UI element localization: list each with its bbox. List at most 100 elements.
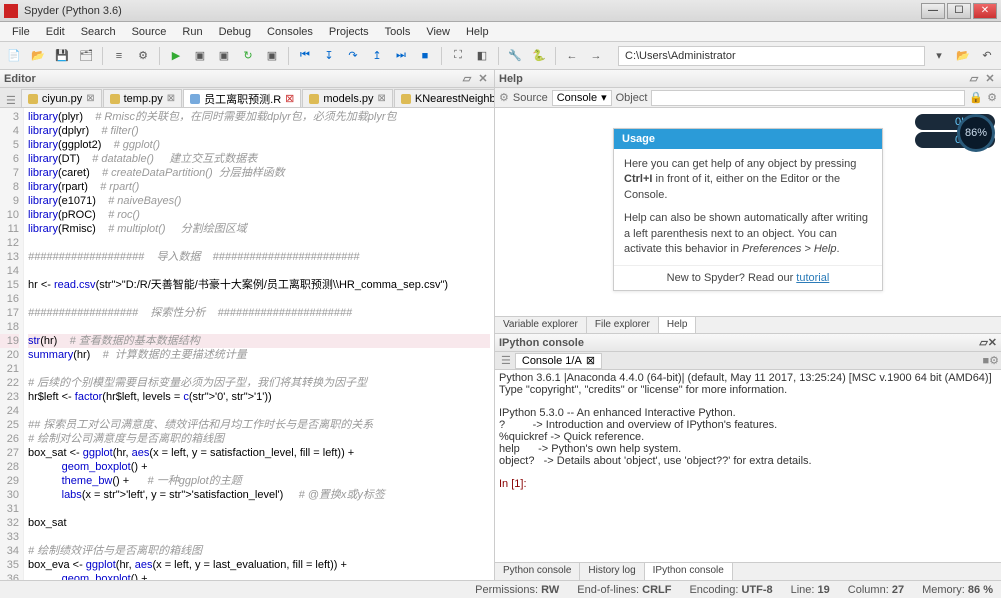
menu-help[interactable]: Help xyxy=(458,24,497,40)
editor-tab[interactable]: 员工离职预测.R⊠ xyxy=(183,89,301,107)
mid-tab-variable-explorer[interactable]: Variable explorer xyxy=(495,317,587,333)
menu-projects[interactable]: Projects xyxy=(321,24,377,40)
run-icon[interactable]: ▶ xyxy=(166,46,186,66)
line-gutter: 3456789101112131415161718192021222324252… xyxy=(0,108,24,580)
undock-icon[interactable]: ▱ xyxy=(460,72,474,86)
editor-header-label: Editor xyxy=(4,73,36,85)
console-body[interactable]: Python 3.6.1 |Anaconda 4.4.0 (64-bit)| (… xyxy=(495,370,1001,562)
maximize-button[interactable]: ☐ xyxy=(947,3,971,19)
pythonpath-icon[interactable]: 🐍 xyxy=(529,46,549,66)
code-area[interactable]: library(plyr) # Rmisc的关联包，在同时需要加载dplyr包，… xyxy=(24,108,494,580)
menu-debug[interactable]: Debug xyxy=(211,24,259,40)
console-stop-icon[interactable]: ■ xyxy=(982,355,989,367)
open-file-icon[interactable]: 📂 xyxy=(28,46,48,66)
run-cell-advance-icon[interactable]: ▣ xyxy=(214,46,234,66)
console-bottom-tabs: Python consoleHistory logIPython console xyxy=(495,562,1001,580)
bottom-tab-python-console[interactable]: Python console xyxy=(495,563,580,580)
help-object-label: Object xyxy=(616,92,648,104)
help-body: Usage Here you can get help of any objec… xyxy=(495,108,1001,316)
editor-header: Editor ▱ ✕ xyxy=(0,70,494,88)
tab-close-icon[interactable]: ⊠ xyxy=(167,93,175,104)
browse-icon[interactable]: 📂 xyxy=(953,46,973,66)
help-object-input[interactable] xyxy=(651,90,965,106)
run-cell-icon[interactable]: ▣ xyxy=(190,46,210,66)
app-icon xyxy=(4,4,18,18)
right-mid-tabs: Variable explorerFile explorerHelp xyxy=(495,316,1001,334)
editor-body[interactable]: 3456789101112131415161718192021222324252… xyxy=(0,108,494,580)
speed-percent: 86% xyxy=(957,114,995,152)
help-toolbar: ⚙ Source Console▾ Object 🔒 ⚙ xyxy=(495,88,1001,108)
menu-view[interactable]: View xyxy=(418,24,458,40)
debug-stop-icon[interactable]: ■ xyxy=(415,46,435,66)
pane-close-icon[interactable]: ✕ xyxy=(476,72,490,86)
help-gear-icon[interactable]: ⚙ xyxy=(499,91,509,104)
console-undock-icon[interactable]: ▱ xyxy=(979,336,987,349)
menu-tools[interactable]: Tools xyxy=(377,24,419,40)
console-header: IPython console ▱ ✕ xyxy=(495,334,1001,352)
console-prompt: In [1]: xyxy=(499,478,527,490)
max-pane-icon[interactable]: ⛶ xyxy=(448,46,468,66)
console-tabs: ☰ Console 1/A⊠ ■ ⚙ xyxy=(495,352,1001,370)
workdir-input[interactable]: C:\Users\Administrator xyxy=(618,46,925,66)
debug-over-icon[interactable]: ↷ xyxy=(343,46,363,66)
save-all-icon[interactable]: 🗂 xyxy=(76,46,96,66)
menu-source[interactable]: Source xyxy=(124,24,175,40)
gear-icon[interactable]: ⚙ xyxy=(133,46,153,66)
bottom-tab-ipython-console[interactable]: IPython console xyxy=(645,563,733,580)
help-options-icon[interactable]: ⚙ xyxy=(987,91,997,104)
tabs-menu-icon[interactable]: ☰ xyxy=(2,94,20,107)
menu-file[interactable]: File xyxy=(4,24,38,40)
window-title: Spyder (Python 3.6) xyxy=(24,5,921,17)
help-source-combo[interactable]: Console▾ xyxy=(552,90,612,106)
minimize-button[interactable]: — xyxy=(921,3,945,19)
layout-icon[interactable]: ◧ xyxy=(472,46,492,66)
debug-into-icon[interactable]: ↧ xyxy=(319,46,339,66)
help-lock-icon[interactable]: 🔒 xyxy=(969,91,983,104)
menu-run[interactable]: Run xyxy=(174,24,210,40)
console-tabs-menu-icon[interactable]: ☰ xyxy=(497,354,515,367)
mid-tab-file-explorer[interactable]: File explorer xyxy=(587,317,659,333)
debug-step-icon[interactable]: ⏮ xyxy=(295,46,315,66)
mid-tab-help[interactable]: Help xyxy=(659,317,697,333)
editor-tab[interactable]: ciyun.py⊠ xyxy=(21,89,102,107)
toolbar: 📄 📂 💾 🗂 ≡ ⚙ ▶ ▣ ▣ ↻ ▣ ⏮ ↧ ↷ ↥ ⏭ ■ ⛶ ◧ 🔧 … xyxy=(0,42,1001,70)
console-options-icon[interactable]: ⚙ xyxy=(989,354,999,367)
new-file-icon[interactable]: 📄 xyxy=(4,46,24,66)
menu-edit[interactable]: Edit xyxy=(38,24,73,40)
menu-consoles[interactable]: Consoles xyxy=(259,24,321,40)
tab-close-icon[interactable]: ⊠ xyxy=(86,93,94,104)
titlebar: Spyder (Python 3.6) — ☐ ✕ xyxy=(0,0,1001,22)
list-icon[interactable]: ≡ xyxy=(109,46,129,66)
editor-tab[interactable]: temp.py⊠ xyxy=(103,89,183,107)
editor-tab[interactable]: KNearestNeighbor.py⊠ xyxy=(394,89,494,107)
parent-dir-icon[interactable]: ↶ xyxy=(977,46,997,66)
tutorial-link[interactable]: tutorial xyxy=(796,272,829,284)
stop-icon[interactable]: ▣ xyxy=(262,46,282,66)
help-usage-card: Usage Here you can get help of any objec… xyxy=(613,128,883,291)
close-button[interactable]: ✕ xyxy=(973,3,997,19)
forward-icon[interactable]: → xyxy=(586,46,606,66)
tab-close-icon[interactable]: ⊠ xyxy=(378,93,386,104)
console-tab-close-icon[interactable]: ⊠ xyxy=(586,354,595,367)
help-close-icon[interactable]: ✕ xyxy=(983,72,997,86)
workdir-dropdown-icon[interactable]: ▾ xyxy=(929,46,949,66)
run-selection-icon[interactable]: ↻ xyxy=(238,46,258,66)
help-source-label: Source xyxy=(513,92,548,104)
console-tab[interactable]: Console 1/A⊠ xyxy=(515,353,602,369)
editor-tab[interactable]: models.py⊠ xyxy=(302,89,393,107)
prefs-icon[interactable]: 🔧 xyxy=(505,46,525,66)
console-close-icon[interactable]: ✕ xyxy=(988,336,997,349)
console-header-label: IPython console xyxy=(499,337,584,349)
back-icon[interactable]: ← xyxy=(562,46,582,66)
save-icon[interactable]: 💾 xyxy=(52,46,72,66)
menu-search[interactable]: Search xyxy=(73,24,124,40)
editor-tabs: ☰ ciyun.py⊠temp.py⊠员工离职预测.R⊠models.py⊠KN… xyxy=(0,88,494,108)
bottom-tab-history-log[interactable]: History log xyxy=(580,563,644,580)
help-undock-icon[interactable]: ▱ xyxy=(967,72,981,86)
tab-close-icon[interactable]: ⊠ xyxy=(285,92,294,105)
help-card-title: Usage xyxy=(614,129,882,149)
debug-out-icon[interactable]: ↥ xyxy=(367,46,387,66)
debug-continue-icon[interactable]: ⏭ xyxy=(391,46,411,66)
menubar: FileEditSearchSourceRunDebugConsolesProj… xyxy=(0,22,1001,42)
network-widget: 0K/s 0K/s 86% xyxy=(915,114,995,154)
